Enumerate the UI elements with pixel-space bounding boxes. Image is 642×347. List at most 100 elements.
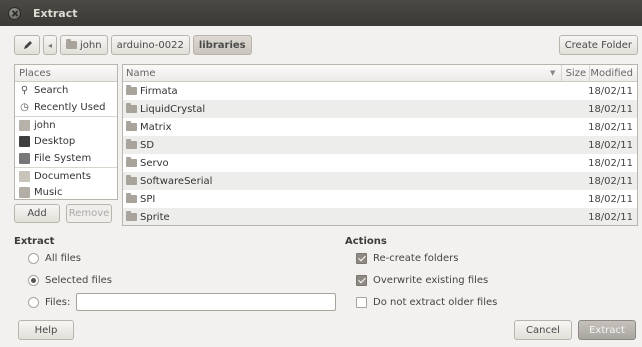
home-folder-icon [66, 39, 77, 49]
checkbox-box [356, 297, 367, 308]
add-place-button[interactable]: Add [14, 204, 60, 223]
table-row[interactable]: Firmata 18/02/11 [123, 82, 637, 100]
folder-icon [126, 175, 137, 185]
radio-label: Selected files [45, 275, 112, 286]
place-search[interactable]: ⚲ Search [15, 82, 117, 99]
file-name-cell: SoftwareSerial [123, 172, 560, 190]
chevron-left-icon: ◂ [47, 40, 52, 50]
place-label: Search [34, 85, 69, 96]
desktop-icon [19, 136, 30, 147]
crumb-label: arduino-0022 [116, 39, 184, 51]
search-icon: ⚲ [20, 85, 29, 96]
edit-location-button[interactable] [14, 35, 40, 55]
file-size [560, 172, 588, 190]
table-row[interactable]: SoftwareSerial 18/02/11 [123, 172, 637, 190]
column-modified[interactable]: Modified [590, 65, 637, 81]
file-name-cell: SD [123, 136, 560, 154]
recreate-folders-checkbox[interactable]: Re-create folders [356, 253, 458, 264]
file-size [560, 82, 588, 100]
place-label: File System [34, 153, 92, 164]
folder-icon [126, 85, 137, 95]
file-name: Servo [140, 157, 169, 169]
remove-place-button[interactable]: Remove [66, 204, 112, 223]
column-size[interactable]: Size [562, 65, 591, 81]
file-name: SD [140, 139, 155, 151]
overwrite-files-checkbox[interactable]: Overwrite existing files [356, 275, 488, 286]
all-files-radio[interactable]: All files [28, 253, 81, 264]
table-row[interactable]: Servo 18/02/11 [123, 154, 637, 172]
radio-label: All files [45, 253, 82, 264]
crumb-john[interactable]: john [60, 35, 108, 55]
file-size [560, 100, 588, 118]
file-name: Sprite [140, 211, 170, 223]
column-name[interactable]: Name ▼ [123, 65, 563, 81]
path-bar: ◂ john arduino-0022 libraries [14, 35, 252, 55]
recent-icon: ◷ [20, 102, 29, 113]
path-back-arrow[interactable]: ◂ [43, 35, 57, 55]
file-name-cell: Matrix [123, 118, 560, 136]
places-buttons: Add Remove [14, 204, 112, 223]
file-size [560, 136, 588, 154]
files-pattern-input[interactable] [76, 293, 336, 311]
file-rows: Firmata 18/02/11 LiquidCrystal 18/02/11 … [123, 82, 637, 225]
file-name: SoftwareSerial [140, 175, 213, 187]
extract-section-label: Extract [14, 236, 55, 247]
filesystem-icon [19, 153, 30, 164]
file-size [560, 190, 588, 208]
selected-files-radio[interactable]: Selected files [28, 275, 112, 286]
checkbox-label: Do not extract older files [373, 297, 498, 308]
folder-icon [126, 211, 137, 221]
folder-icon [126, 193, 137, 203]
window-title: Extract [33, 6, 78, 20]
file-modified: 18/02/11 [588, 211, 633, 223]
place-recently-used[interactable]: ◷ Recently Used [15, 99, 117, 116]
folder-icon [126, 121, 137, 131]
table-row[interactable]: SD 18/02/11 [123, 136, 637, 154]
file-modified: 18/02/11 [588, 85, 633, 97]
crumb-libraries[interactable]: libraries [192, 35, 252, 55]
cancel-button[interactable]: Cancel [514, 320, 572, 340]
place-documents[interactable]: Documents [15, 167, 117, 184]
file-modified: 18/02/11 [588, 121, 633, 133]
no-older-files-checkbox[interactable]: Do not extract older files [356, 297, 497, 308]
file-name-cell: Sprite [123, 208, 560, 225]
crumb-arduino[interactable]: arduino-0022 [110, 35, 190, 55]
sort-down-icon: ▼ [549, 69, 556, 77]
folder-icon [126, 139, 137, 149]
home-folder-icon [19, 119, 30, 131]
files-pattern-radio[interactable]: Files: [28, 297, 70, 308]
create-folder-button[interactable]: Create Folder [558, 35, 638, 55]
checkbox-label: Overwrite existing files [373, 275, 489, 286]
radio-circle [28, 275, 39, 286]
places-header: Places [15, 65, 117, 82]
file-name-cell: SPI [123, 190, 560, 208]
file-name: Firmata [140, 85, 178, 97]
file-name-cell: Servo [123, 154, 560, 172]
column-name-label: Name [126, 67, 156, 79]
file-name-cell: LiquidCrystal [123, 100, 560, 118]
place-music[interactable]: Music [15, 184, 117, 199]
file-list-header: Name ▼ Size Modified [123, 65, 637, 82]
extract-button[interactable]: Extract [578, 320, 636, 340]
crumb-label: john [80, 39, 102, 51]
help-button[interactable]: Help [18, 320, 74, 340]
file-modified: 18/02/11 [588, 175, 633, 187]
place-file-system[interactable]: File System [15, 150, 117, 167]
actions-section-label: Actions [345, 236, 387, 247]
table-row[interactable]: LiquidCrystal 18/02/11 [123, 100, 637, 118]
radio-label: Files: [45, 297, 71, 308]
place-john[interactable]: john [15, 116, 117, 133]
checkbox-box [356, 275, 367, 286]
place-desktop[interactable]: Desktop [15, 133, 117, 150]
place-label: Documents [34, 170, 92, 182]
file-list: Name ▼ Size Modified Firmata 18/02/11 Li… [122, 64, 638, 226]
table-row[interactable]: Matrix 18/02/11 [123, 118, 637, 136]
place-label: Desktop [34, 136, 76, 147]
file-modified: 18/02/11 [588, 193, 633, 205]
table-row[interactable]: SPI 18/02/11 [123, 190, 637, 208]
table-row[interactable]: Sprite 18/02/11 [123, 208, 637, 225]
checkbox-box [356, 253, 367, 264]
title-bar: Extract [0, 0, 642, 26]
radio-circle [28, 297, 39, 308]
close-icon[interactable] [8, 6, 21, 20]
